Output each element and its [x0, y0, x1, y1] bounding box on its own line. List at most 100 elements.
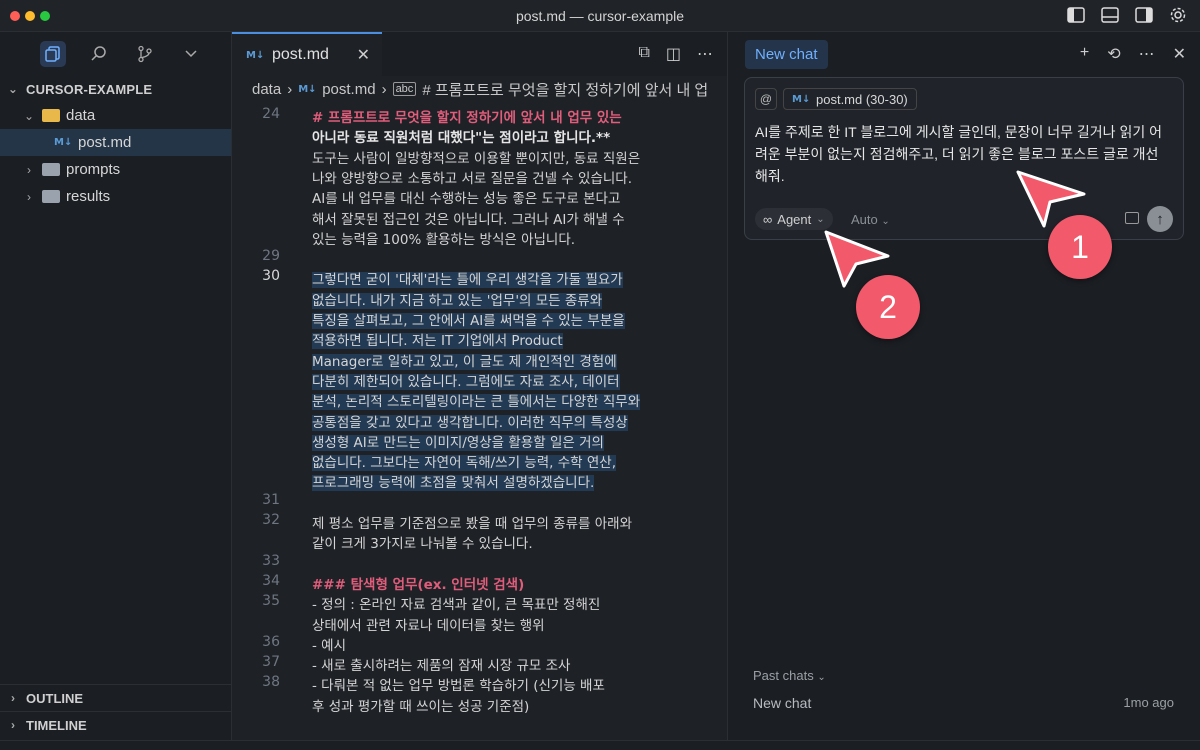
code-line[interactable]: 그렇다면 굳이 '대체'라는 틀에 우리 생각을 가둘 필요가 — [312, 268, 702, 289]
code-line[interactable]: 도구는 사람이 일방향적으로 이용할 뿐이지만, 동료 직원은 — [312, 147, 702, 167]
line-number: 36 — [262, 633, 280, 650]
code-line-text: 나와 양방향으로 소통하고 서로 질문을 건넬 수 있습니다. — [312, 170, 632, 187]
code-line-text: 후 성과 평가할 때 쓰이는 성공 기준점) — [312, 698, 530, 715]
more-actions-icon[interactable]: ⋯ — [1139, 44, 1155, 64]
callout-badge-1: 1 — [1048, 215, 1112, 279]
line-number: 37 — [262, 654, 280, 671]
tree-item-data[interactable]: ⌄ data — [0, 102, 231, 129]
line-number: 38 — [262, 674, 280, 691]
code-line[interactable]: 적용하면 됩니다. 저는 IT 기업에서 Product — [312, 329, 702, 350]
code-line-text: 해서 잘못된 접근인 것은 아닙니다. 그러나 AI가 해낼 수 — [312, 211, 625, 228]
line-number: 31 — [262, 491, 280, 508]
code-line[interactable]: 같이 크게 3가지로 나눠볼 수 있습니다. — [312, 532, 702, 552]
send-button[interactable]: ↑ — [1147, 206, 1173, 232]
open-preview-icon[interactable]: ⧉ — [638, 44, 649, 64]
code-line[interactable]: 후 성과 평가할 때 쓰이는 성공 기준점) — [312, 695, 702, 715]
settings-gear-icon[interactable] — [1168, 5, 1188, 25]
code-line[interactable]: - 예시 — [312, 634, 702, 654]
code-line[interactable]: AI를 내 업무를 대신 수행하는 성능 좋은 도구로 본다고 — [312, 187, 702, 207]
history-icon[interactable]: ⟲ — [1107, 44, 1120, 64]
code-line[interactable]: 있는 능력을 100% 활용하는 방식은 아닙니다. — [312, 228, 702, 248]
code-line[interactable]: 나와 양방향으로 소통하고 서로 질문을 건넬 수 있습니다. — [312, 167, 702, 187]
tab-label: post.md — [272, 46, 329, 63]
code-line[interactable]: Manager로 일하고 있고, 이 글도 제 개인적인 경험에 — [312, 350, 702, 370]
markdown-icon: M↓ — [298, 83, 317, 95]
code-line[interactable]: 공통점을 갖고 있다고 생각합니다. 이러한 직무의 특성상 — [312, 411, 702, 431]
code-line-text: 같이 크게 3가지로 나눠볼 수 있습니다. — [312, 536, 533, 553]
explorer-root-header[interactable]: ⌄ CURSOR-EXAMPLE — [0, 76, 231, 102]
toggle-panel-icon[interactable] — [1100, 5, 1120, 25]
mode-selector[interactable]: ∞ Agent ⌄ — [755, 208, 833, 230]
code-line-text: 없습니다. 내가 지금 하고 있는 '업무'의 모든 종류와 — [312, 292, 603, 309]
code-line-text: 특징을 살펴보고, 그 안에서 AI를 써먹을 수 있는 부분을 — [312, 313, 625, 329]
workspace-name: CURSOR-EXAMPLE — [26, 81, 153, 97]
code-line[interactable]: 상태에서 관련 자료나 데이터를 찾는 행위 — [312, 614, 702, 634]
chevron-down-icon[interactable] — [178, 41, 204, 67]
tab-post-md[interactable]: M↓ post.md ✕ — [232, 32, 382, 76]
add-context-button[interactable]: @ — [755, 88, 777, 110]
markdown-icon: M↓ — [54, 137, 73, 148]
add-icon[interactable]: + — [1080, 44, 1089, 64]
code-line[interactable]: ### 탐색형 업무(ex. 인터넷 검색) — [312, 573, 702, 593]
chevron-right-icon: › — [27, 189, 31, 204]
folder-icon — [42, 190, 60, 203]
tree-item-label: prompts — [66, 161, 121, 178]
toggle-secondary-sidebar-icon[interactable] — [1134, 5, 1154, 25]
code-line-text: 도구는 사람이 일방향적으로 이용할 뿐이지만, 동료 직원은 — [312, 150, 641, 167]
more-actions-icon[interactable]: ⋯ — [697, 44, 713, 64]
close-icon[interactable]: ✕ — [1173, 44, 1186, 64]
tree-item-label: post.md — [78, 134, 132, 151]
tree-item-prompts[interactable]: › prompts — [0, 156, 231, 183]
code-line[interactable]: 다분히 제한되어 있습니다. 그럼에도 자료 조사, 데이터 — [312, 370, 702, 390]
chevron-right-icon: › — [11, 691, 15, 705]
title-bar: post.md — cursor-example — [0, 0, 1200, 32]
code-line[interactable]: 해서 잘못된 접근인 것은 아닙니다. 그러나 AI가 해낼 수 — [312, 208, 702, 228]
source-control-icon[interactable] — [132, 41, 158, 67]
chevron-down-icon: ⌄ — [23, 108, 35, 123]
code-line[interactable]: 특징을 살펴보고, 그 안에서 AI를 써먹을 수 있는 부분을 — [312, 309, 702, 329]
past-chat-item[interactable]: New chat — [753, 695, 811, 711]
past-chat-time: 1mo ago — [1123, 695, 1174, 710]
breadcrumb-symbol[interactable]: # 프롬프트로 무엇을 할지 정하기에 앞서 내 업 — [422, 79, 708, 100]
explorer-files-icon[interactable] — [40, 41, 66, 67]
line-number: 34 — [262, 572, 280, 589]
past-chats-header[interactable]: Past chats ⌄ — [753, 668, 826, 683]
split-editor-icon[interactable]: ◫ — [666, 44, 681, 64]
explorer-sidebar: ⌄ CURSOR-EXAMPLE ⌄ data M↓ post.md › pro… — [0, 32, 232, 750]
code-line-text: 생성형 AI로 만드는 이미지/영상을 활용할 일은 거의 — [312, 434, 604, 451]
line-number: 33 — [262, 552, 280, 569]
code-line[interactable]: 없습니다. 내가 지금 하고 있는 '업무'의 모든 종류와 — [312, 289, 702, 309]
chat-prompt-box[interactable]: @ M↓ post.md (30-30) AI를 주제로 한 IT 블로그에 게… — [744, 77, 1184, 240]
code-line-text: 상태에서 관련 자료나 데이터를 찾는 행위 — [312, 617, 545, 634]
toggle-primary-sidebar-icon[interactable] — [1066, 5, 1086, 25]
outline-section[interactable]: › OUTLINE — [0, 684, 232, 711]
outline-label: OUTLINE — [26, 690, 84, 706]
tree-item-results[interactable]: › results — [0, 183, 231, 210]
context-chip[interactable]: M↓ post.md (30-30) — [783, 88, 917, 110]
timeline-section[interactable]: › TIMELINE — [0, 711, 232, 738]
folder-open-icon — [42, 109, 60, 122]
code-line[interactable]: 생성형 AI로 만드는 이미지/영상을 활용할 일은 거의 — [312, 431, 702, 451]
tab-new-chat[interactable]: New chat — [745, 39, 828, 69]
tree-item-post-md[interactable]: M↓ post.md — [0, 129, 231, 156]
model-selector[interactable]: Auto ⌄ — [851, 212, 890, 227]
breadcrumb-file[interactable]: post.md — [322, 81, 375, 98]
image-attach-icon[interactable] — [1125, 212, 1139, 224]
code-line[interactable]: 분석, 논리적 스토리텔링이라는 큰 틀에서는 다양한 직무와 — [312, 390, 702, 411]
code-line[interactable]: # 프롬프트로 무엇을 할지 정하기에 앞서 내 업무 있는 — [312, 106, 702, 126]
close-icon[interactable]: ✕ — [357, 45, 370, 65]
code-line[interactable]: 제 평소 업무를 기준점으로 봤을 때 업무의 종류를 아래와 — [312, 512, 702, 532]
code-line[interactable]: - 새로 출시하려는 제품의 잠재 시장 규모 조사 — [312, 654, 702, 674]
tree-item-label: data — [66, 107, 96, 124]
code-line[interactable]: 아니라 동료 직원처럼 대했다"는 점이라고 합니다.** — [312, 126, 702, 146]
code-line[interactable]: - 다뤄본 적 없는 업무 방법론 학습하기 (신기능 배포 — [312, 674, 702, 694]
code-line[interactable]: 프로그래밍 능력에 초점을 맞춰서 설명하겠습니다. — [312, 471, 702, 492]
code-line[interactable]: - 정의 : 온라인 자료 검색과 같이, 큰 목표만 정해진 — [312, 593, 702, 613]
chat-input[interactable]: AI를 주제로 한 IT 블로그에 게시할 글인데, 문장이 너무 길거나 읽기… — [755, 121, 1165, 187]
symbol-icon: abc — [392, 82, 417, 96]
chevron-down-icon: ⌄ — [7, 82, 19, 96]
code-line[interactable]: 없습니다. 그보다는 자연어 독해/쓰기 능력, 수학 연산, — [312, 451, 702, 472]
breadcrumb-folder[interactable]: data — [252, 81, 281, 98]
search-icon[interactable] — [86, 41, 112, 67]
code-editor[interactable]: 24 # 프롬프트로 무엇을 할지 정하기에 앞서 내 업무 있는 아니라 동료 직… — [232, 102, 728, 750]
